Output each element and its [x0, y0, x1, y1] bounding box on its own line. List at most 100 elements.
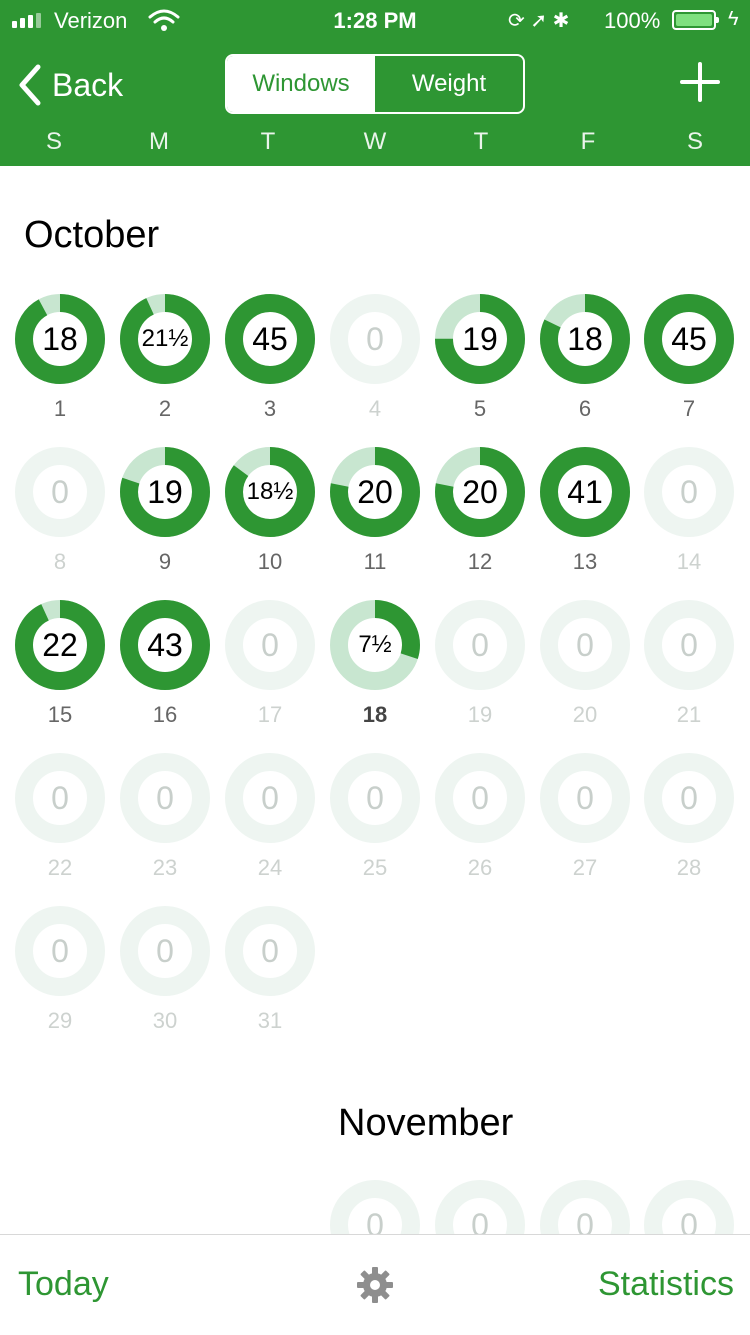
status-icons: ⟳ ➚ ✱	[508, 8, 569, 33]
day-number: 15	[47, 702, 73, 727]
weekday-label: F	[580, 128, 596, 155]
calendar-day-29[interactable]: 0 29	[8, 906, 112, 1046]
day-number: 6	[578, 396, 592, 421]
day-value: 0	[261, 626, 279, 663]
weekday-label: T	[473, 128, 489, 155]
battery-percent: 100%	[604, 8, 661, 33]
day-number: 19	[467, 702, 493, 727]
settings-button[interactable]	[355, 1265, 395, 1305]
calendar-day-7[interactable]: 45 7	[637, 294, 741, 434]
calendar-day-3[interactable]: 45 3	[218, 294, 322, 434]
day-number: 20	[572, 702, 598, 727]
calendar-day-31[interactable]: 0 31	[218, 906, 322, 1046]
calendar-day-13[interactable]: 41 13	[533, 447, 637, 587]
calendar-day-26[interactable]: 0 26	[428, 753, 532, 893]
day-number: 23	[152, 855, 178, 880]
day-value: 0	[471, 1206, 489, 1235]
day-number: 27	[572, 855, 598, 880]
day-number: 21	[676, 702, 702, 727]
weekday-header: S M T W T F S	[0, 128, 750, 164]
day-number: 14	[676, 549, 702, 574]
calendar-day-15[interactable]: 22 15	[8, 600, 112, 740]
day-value: 0	[51, 932, 69, 969]
day-value: 41	[567, 473, 603, 510]
day-value: 0	[576, 1206, 594, 1235]
calendar-day-30[interactable]: 0 30	[113, 906, 217, 1046]
calendar-day-november[interactable]: 0	[637, 1180, 741, 1234]
calendar-day-22[interactable]: 0 22	[8, 753, 112, 893]
calendar-day-28[interactable]: 0 28	[637, 753, 741, 893]
day-value: 0	[156, 932, 174, 969]
day-number: 3	[263, 396, 277, 421]
weekday-label: T	[260, 128, 276, 155]
day-value: 22	[42, 626, 78, 663]
calendar-day-4[interactable]: 04	[323, 294, 427, 434]
statistics-button[interactable]: Statistics	[598, 1265, 734, 1304]
calendar-day-10[interactable]: 18½ 10	[218, 447, 322, 587]
day-value: 20	[462, 473, 498, 510]
calendar-day-19[interactable]: 0 19	[428, 600, 532, 740]
calendar-day-9[interactable]: 19 9	[113, 447, 217, 587]
day-value: 0	[51, 473, 69, 510]
day-number: 28	[676, 855, 702, 880]
day-value: 43	[147, 626, 183, 663]
segment-windows[interactable]: Windows	[227, 56, 375, 112]
day-number: 31	[257, 1008, 283, 1033]
day-number: 13	[572, 549, 598, 574]
mode-segmented-control[interactable]: Windows Weight	[225, 54, 525, 114]
day-value: 0	[156, 779, 174, 816]
calendar-day-11[interactable]: 20 11	[323, 447, 427, 587]
calendar-day-12[interactable]: 20 12	[428, 447, 532, 587]
calendar-day-16[interactable]: 43 16	[113, 600, 217, 740]
back-button[interactable]: Back	[16, 60, 123, 110]
day-value: 18	[567, 320, 603, 357]
calendar-day-november[interactable]: 0	[428, 1180, 532, 1234]
day-value: 7½	[358, 631, 392, 658]
day-value: 0	[366, 320, 384, 357]
calendar-day-8[interactable]: 08	[8, 447, 112, 587]
calendar-day-5[interactable]: 19 5	[428, 294, 532, 434]
day-value: 45	[671, 320, 707, 357]
day-value: 18½	[246, 478, 294, 505]
calendar-day-14[interactable]: 0 14	[637, 447, 741, 587]
calendar-day-23[interactable]: 0 23	[113, 753, 217, 893]
bottom-tab-bar: Today Statistics	[0, 1234, 750, 1335]
day-value: 0	[680, 1206, 698, 1235]
calendar-day-25[interactable]: 0 25	[323, 753, 427, 893]
calendar-day-24[interactable]: 0 24	[218, 753, 322, 893]
day-number: 10	[257, 549, 283, 574]
gear-icon	[357, 1267, 393, 1303]
day-number: 17	[257, 702, 283, 727]
calendar-day-1[interactable]: 18 1	[8, 294, 112, 434]
day-number: 12	[467, 549, 493, 574]
calendar-day-november[interactable]: 0	[323, 1180, 427, 1234]
day-value: 0	[261, 779, 279, 816]
day-number: 7	[682, 396, 696, 421]
nav-header: Verizon 1:28 PM ⟳ ➚ ✱ 100% ϟ Back Window…	[0, 0, 750, 166]
calendar-day-2[interactable]: 21½ 2	[113, 294, 217, 434]
today-button[interactable]: Today	[18, 1265, 109, 1304]
day-value: 19	[462, 320, 498, 357]
add-button[interactable]	[680, 62, 720, 102]
location-icon: ➚	[530, 10, 548, 32]
calendar-day-27[interactable]: 0 27	[533, 753, 637, 893]
day-number: 22	[47, 855, 73, 880]
bluetooth-icon: ✱	[552, 10, 570, 32]
day-number: 16	[152, 702, 178, 727]
weekday-label: S	[45, 128, 62, 155]
day-number: 30	[152, 1008, 178, 1033]
day-value: 0	[680, 473, 698, 510]
calendar-day-6[interactable]: 18 6	[533, 294, 637, 434]
calendar-day-20[interactable]: 0 20	[533, 600, 637, 740]
day-number: 18	[362, 702, 388, 727]
calendar-day-18[interactable]: 7½ 18	[323, 600, 427, 740]
day-value: 0	[366, 779, 384, 816]
weekday-label: M	[149, 128, 169, 155]
status-bar: Verizon 1:28 PM ⟳ ➚ ✱ 100% ϟ	[0, 0, 750, 40]
day-value: 45	[252, 320, 288, 357]
day-value: 0	[576, 626, 594, 663]
calendar-day-november[interactable]: 0	[533, 1180, 637, 1234]
calendar-day-17[interactable]: 0 17	[218, 600, 322, 740]
calendar-day-21[interactable]: 0 21	[637, 600, 741, 740]
segment-weight[interactable]: Weight	[375, 56, 523, 112]
